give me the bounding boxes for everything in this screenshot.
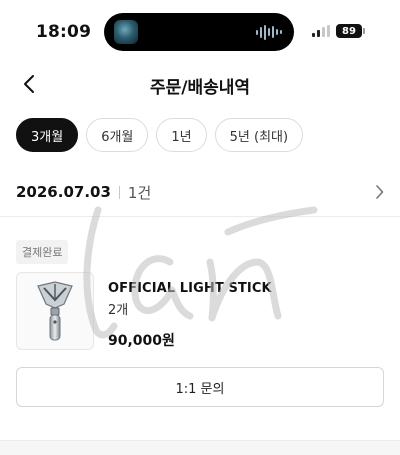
audio-waveform-icon xyxy=(256,24,282,40)
filter-chip-5-years[interactable]: 5년 (최대) xyxy=(214,118,304,152)
filter-chip-6-months[interactable]: 6개월 xyxy=(86,118,149,152)
order-group-header[interactable]: 2026.07.03 1건 xyxy=(16,172,384,212)
light-stick-icon xyxy=(37,281,73,341)
order-item[interactable]: OFFICIAL LIGHT STICK 2개 90,000원 xyxy=(16,272,384,352)
filter-chip-1-year[interactable]: 1년 xyxy=(156,118,207,152)
page-title: 주문/배송내역 xyxy=(149,78,251,98)
inquiry-button[interactable]: 1:1 문의 xyxy=(16,367,384,407)
filter-chip-3-months[interactable]: 3개월 xyxy=(16,118,79,152)
status-badge: 결제완료 xyxy=(16,240,69,264)
product-name: OFFICIAL LIGHT STICK xyxy=(108,281,272,296)
order-count: 1건 xyxy=(127,183,152,202)
product-price: 90,000원 xyxy=(108,333,175,349)
section-divider xyxy=(0,216,400,217)
battery-level: 89 xyxy=(342,25,356,37)
status-time: 18:09 xyxy=(36,22,92,42)
battery-icon: 89 xyxy=(336,24,365,38)
product-thumbnail[interactable] xyxy=(16,272,94,350)
status-bar: 18:09 89 xyxy=(0,0,400,62)
status-indicators: 89 xyxy=(312,24,365,38)
chevron-right-icon xyxy=(375,185,384,199)
divider xyxy=(118,185,120,199)
dynamic-island[interactable] xyxy=(104,13,294,51)
period-filter: 3개월 6개월 1년 5년 (최대) xyxy=(16,118,304,152)
cellular-signal-icon xyxy=(312,25,330,37)
section-separator xyxy=(0,440,400,455)
product-quantity: 2개 xyxy=(108,303,129,318)
now-playing-artwork xyxy=(114,20,138,44)
order-date: 2026.07.03 xyxy=(16,183,111,201)
product-info: OFFICIAL LIGHT STICK 2개 90,000원 xyxy=(108,272,272,352)
page-header: 주문/배송내역 xyxy=(0,64,400,104)
